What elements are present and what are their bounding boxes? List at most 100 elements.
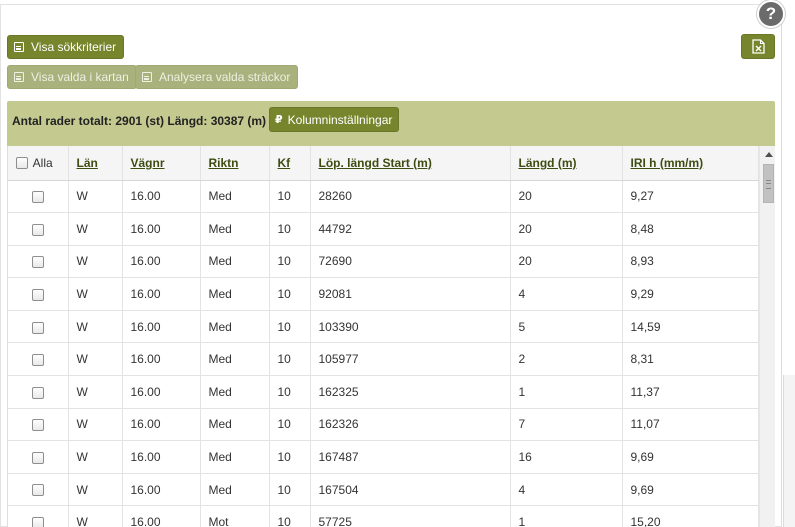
table-cell: 9,69 xyxy=(622,440,759,474)
row-select-cell[interactable] xyxy=(8,180,69,214)
select-all-checkbox[interactable] xyxy=(16,156,28,169)
table-header-row: Alla Län Vägnr Riktn Kf Löp. längd Start… xyxy=(8,146,759,181)
column-header-kf[interactable]: Kf xyxy=(269,146,311,181)
row-checkbox[interactable] xyxy=(31,321,44,334)
table-cell: 92081 xyxy=(310,277,511,311)
table-cell: 16.00 xyxy=(122,505,201,527)
table-cell: W xyxy=(68,245,123,279)
table-row[interactable]: W 16.00 Med 10 162325 1 11,37 xyxy=(8,375,759,409)
column-header-link[interactable]: Vägnr xyxy=(131,156,165,170)
row-checkbox[interactable] xyxy=(31,419,44,432)
column-header-link[interactable]: Längd (m) xyxy=(519,156,577,170)
column-header-iri[interactable]: IRI h (mm/m) xyxy=(622,146,759,181)
table-cell: 2 xyxy=(510,342,623,377)
table-cell: 162326 xyxy=(310,408,511,442)
table-row[interactable]: W 16.00 Med 10 105977 2 8,31 xyxy=(8,342,759,377)
row-checkbox[interactable] xyxy=(31,517,44,527)
table-cell: 15,20 xyxy=(622,505,759,527)
table-row[interactable]: W 16.00 Mot 10 57725 1 15,20 xyxy=(8,505,759,527)
column-header-lan[interactable]: Län xyxy=(68,146,123,181)
table-cell: 14,59 xyxy=(622,310,759,344)
table-row[interactable]: W 16.00 Med 10 92081 4 9,29 xyxy=(8,277,759,311)
save-icon xyxy=(14,72,24,82)
table-cell: W xyxy=(68,440,123,474)
column-header-link[interactable]: Kf xyxy=(278,156,291,170)
row-select-cell[interactable] xyxy=(8,408,69,442)
select-all-header[interactable]: Alla xyxy=(8,146,69,181)
analyze-selected-button[interactable]: Analysera valda sträckor xyxy=(135,65,299,89)
table-cell: 167504 xyxy=(310,473,511,507)
table-cell: Med xyxy=(200,440,270,474)
row-checkbox[interactable] xyxy=(31,288,44,301)
column-header-langd[interactable]: Längd (m) xyxy=(510,146,623,181)
row-select-cell[interactable] xyxy=(8,310,69,344)
select-all-label: Alla xyxy=(32,155,53,170)
table-row[interactable]: W 16.00 Med 10 28260 20 9,27 xyxy=(8,180,759,214)
table-cell: Med xyxy=(200,212,270,246)
export-excel-button[interactable] xyxy=(741,34,775,59)
column-header-riktn[interactable]: Riktn xyxy=(200,146,270,181)
column-header-start[interactable]: Löp. längd Start (m) xyxy=(310,146,511,181)
table-cell: 10 xyxy=(269,375,311,409)
show-search-criteria-label: Visa sökkriterier xyxy=(31,40,117,54)
row-checkbox[interactable] xyxy=(31,484,44,497)
row-checkbox[interactable] xyxy=(31,451,44,464)
table-row[interactable]: W 16.00 Med 10 167487 16 9,69 xyxy=(8,440,759,474)
table-cell: 16.00 xyxy=(122,212,201,246)
scroll-up-arrow-icon[interactable] xyxy=(760,146,775,163)
row-checkbox[interactable] xyxy=(31,256,44,269)
column-header-link[interactable]: Län xyxy=(77,156,98,170)
table-cell: 10 xyxy=(269,245,311,279)
table-cell: 1 xyxy=(510,375,623,409)
table-cell: 16.00 xyxy=(122,375,201,409)
table-cell: 16.00 xyxy=(122,180,201,214)
table-row[interactable]: W 16.00 Med 10 167504 4 9,69 xyxy=(8,473,759,507)
table-cell: 105977 xyxy=(310,342,511,377)
row-select-cell[interactable] xyxy=(8,212,69,246)
row-select-cell[interactable] xyxy=(8,342,69,377)
row-select-cell[interactable] xyxy=(8,440,69,474)
table-cell: 167487 xyxy=(310,440,511,474)
column-header-vagnr[interactable]: Vägnr xyxy=(122,146,201,181)
table-row[interactable]: W 16.00 Med 10 72690 20 8,93 xyxy=(8,245,759,279)
column-header-link[interactable]: Löp. längd Start (m) xyxy=(319,156,432,170)
row-checkbox[interactable] xyxy=(31,354,44,367)
table-cell: W xyxy=(68,310,123,344)
table-cell: Med xyxy=(200,180,270,214)
show-search-criteria-button[interactable]: Visa sökkriterier xyxy=(7,35,125,59)
column-header-link[interactable]: IRI h (mm/m) xyxy=(631,156,704,170)
grid-toolbar: Antal rader totalt: 2901 (st) Längd: 303… xyxy=(7,101,775,146)
column-settings-button[interactable]: ₽ Kolumninställningar xyxy=(269,107,400,132)
row-select-cell[interactable] xyxy=(8,277,69,311)
row-summary: Antal rader totalt: 2901 (st) Längd: 303… xyxy=(12,114,267,128)
table-row[interactable]: W 16.00 Med 10 103390 5 14,59 xyxy=(8,310,759,344)
table-cell: Med xyxy=(200,473,270,507)
column-header-link[interactable]: Riktn xyxy=(209,156,239,170)
table-cell: 162325 xyxy=(310,375,511,409)
vertical-scrollbar[interactable] xyxy=(759,146,775,527)
row-select-cell[interactable] xyxy=(8,505,69,527)
scrollbar-thumb[interactable] xyxy=(763,164,774,203)
row-checkbox[interactable] xyxy=(31,191,44,204)
analyze-selected-label: Analysera valda sträckor xyxy=(159,70,291,84)
table-cell: W xyxy=(68,505,123,527)
save-icon xyxy=(142,72,152,82)
show-selected-on-map-button[interactable]: Visa valda i kartan xyxy=(7,65,137,89)
row-select-cell[interactable] xyxy=(8,473,69,507)
row-checkbox[interactable] xyxy=(31,386,44,399)
row-checkbox[interactable] xyxy=(31,223,44,236)
results-grid: Alla Län Vägnr Riktn Kf Löp. längd Start… xyxy=(7,146,775,527)
table-row[interactable]: W 16.00 Med 10 162326 7 11,07 xyxy=(8,408,759,442)
table-cell: 57725 xyxy=(310,505,511,527)
table-cell: 16.00 xyxy=(122,310,201,344)
table-cell: Med xyxy=(200,408,270,442)
row-select-cell[interactable] xyxy=(8,375,69,409)
table-cell: Med xyxy=(200,342,270,377)
table-cell: W xyxy=(68,212,123,246)
table-cell: 103390 xyxy=(310,310,511,344)
table-cell: 20 xyxy=(510,245,623,279)
help-button[interactable]: ? xyxy=(757,0,785,28)
table-row[interactable]: W 16.00 Med 10 44792 20 8,48 xyxy=(8,212,759,246)
row-select-cell[interactable] xyxy=(8,245,69,279)
table-cell: 4 xyxy=(510,277,623,311)
